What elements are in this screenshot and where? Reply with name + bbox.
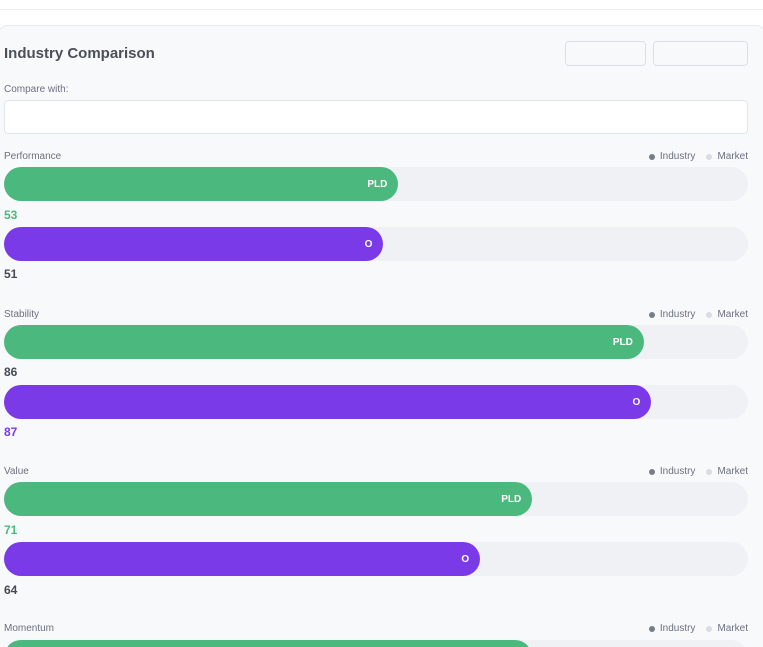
legend-industry: Industry [648, 623, 695, 634]
legend-industry: Industry [648, 309, 695, 320]
bar-ticker-label: PLD [367, 178, 388, 190]
legend: Industry Market [648, 466, 748, 477]
bar-track: O [4, 227, 748, 261]
bar-ticker-label: O [461, 553, 470, 565]
industry-dot-icon [648, 468, 655, 475]
bar-fill: O [4, 227, 384, 261]
bar-ticker-label: O [364, 238, 373, 250]
bar-track: PLD [4, 482, 748, 516]
bar-track: PLD [4, 325, 748, 359]
industry-dot-icon [648, 153, 655, 160]
metric-label: Performance [4, 151, 62, 162]
bar-ticker-label: PLD [501, 493, 522, 505]
metric-label: Momentum [4, 623, 55, 634]
legend-market: Market [706, 623, 748, 634]
score-value: 71 [4, 523, 18, 537]
score-value: 64 [4, 583, 18, 597]
bar-ticker-label: PLD [612, 336, 633, 348]
legend-industry: Industry [648, 151, 695, 162]
market-dot-icon [706, 153, 713, 160]
industry-dot-icon [648, 625, 655, 632]
bar-fill: O [4, 385, 652, 419]
score-value: 53 [4, 208, 18, 222]
bar-track: PLD [4, 167, 748, 201]
bar-track: O [4, 542, 748, 576]
bar-fill: PLD [4, 167, 399, 201]
legend: Industry Market [648, 623, 748, 634]
industry-dot-icon [648, 311, 655, 318]
legend-market: Market [706, 151, 748, 162]
bar-fill: PLD [4, 482, 533, 516]
compare-input[interactable] [4, 100, 748, 134]
bar-track [4, 640, 748, 647]
legend-market: Market [706, 309, 748, 320]
market-dot-icon [706, 625, 713, 632]
legend: Industry Market [648, 151, 748, 162]
bar-fill: PLD [4, 325, 644, 359]
header-button-1[interactable] [565, 41, 646, 66]
market-dot-icon [706, 468, 713, 475]
bar-fill [4, 640, 533, 647]
panel-title: Industry Comparison [4, 45, 155, 62]
legend-market: Market [706, 466, 748, 477]
legend-industry: Industry [648, 466, 695, 477]
market-dot-icon [706, 311, 713, 318]
metric-label: Stability [4, 309, 40, 320]
score-value: 87 [4, 425, 18, 439]
score-value: 51 [4, 267, 18, 281]
bar-track: O [4, 385, 748, 419]
compare-label: Compare with: [4, 84, 69, 95]
score-value: 86 [4, 365, 18, 379]
bar-fill: O [4, 542, 481, 576]
header-button-2[interactable] [653, 41, 748, 66]
legend: Industry Market [648, 309, 748, 320]
top-strip [0, 0, 763, 10]
metric-label: Value [4, 466, 29, 477]
bar-ticker-label: O [632, 396, 641, 408]
